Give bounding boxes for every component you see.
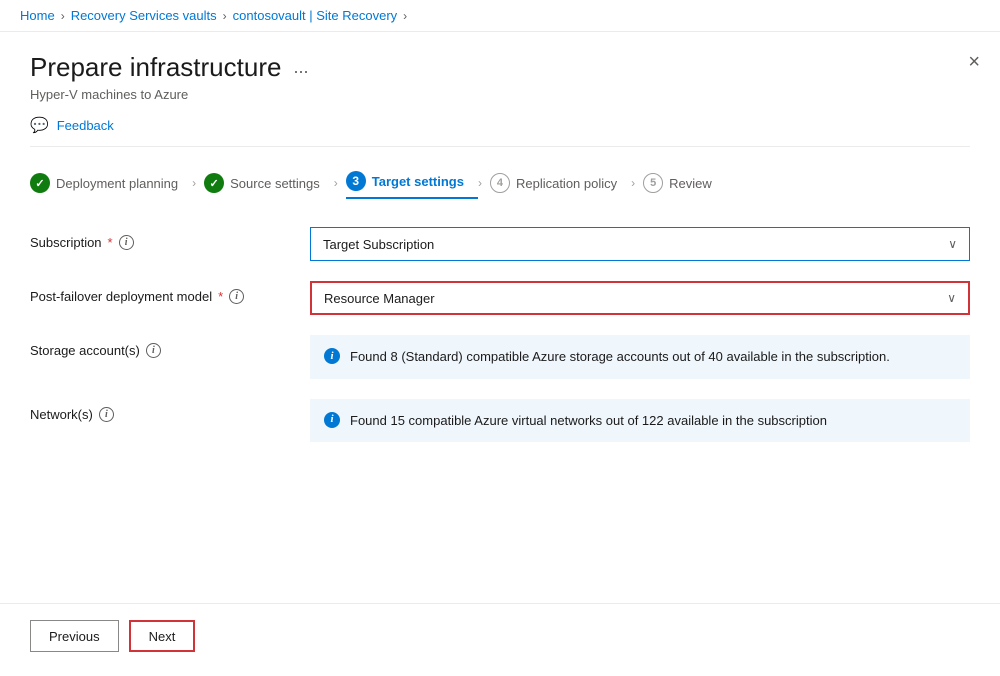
storage-accounts-info-text: Found 8 (Standard) compatible Azure stor…	[350, 347, 890, 367]
close-button[interactable]: ×	[968, 52, 980, 72]
deployment-model-control: Resource Manager ∨	[310, 281, 970, 315]
feedback-icon: 💬	[30, 116, 49, 134]
previous-button[interactable]: Previous	[30, 620, 119, 652]
step-2-icon: ✓	[204, 173, 224, 193]
wizard-steps: ✓ Deployment planning › ✓ Source setting…	[30, 167, 970, 203]
networks-info-icon[interactable]: i	[99, 407, 114, 422]
storage-accounts-row: Storage account(s) i i Found 8 (Standard…	[30, 335, 970, 379]
storage-info-icon: i	[324, 348, 340, 364]
deployment-model-dropdown[interactable]: Resource Manager ∨	[310, 281, 970, 315]
subscription-control: Target Subscription ∨	[310, 227, 970, 261]
feedback-button[interactable]: 💬 Feedback	[30, 116, 970, 147]
step-replication-policy[interactable]: 4 Replication policy	[490, 169, 631, 197]
step-sep-3: ›	[478, 176, 482, 190]
subscription-info-icon[interactable]: i	[119, 235, 134, 250]
storage-accounts-info-icon[interactable]: i	[146, 343, 161, 358]
networks-control: i Found 15 compatible Azure virtual netw…	[310, 399, 970, 443]
step-2-label: Source settings	[230, 176, 320, 191]
checkmark-icon: ✓	[35, 177, 44, 190]
step-1-label: Deployment planning	[56, 176, 178, 191]
networks-label: Network(s) i	[30, 399, 310, 422]
subscription-chevron-icon: ∨	[948, 237, 957, 251]
deployment-model-info-icon[interactable]: i	[229, 289, 244, 304]
page-title: Prepare infrastructure ...	[30, 52, 308, 83]
step-sep-1: ›	[192, 176, 196, 190]
step-sep-4: ›	[631, 176, 635, 190]
next-button[interactable]: Next	[129, 620, 196, 652]
step-5-label: Review	[669, 176, 712, 191]
breadcrumb: Home › Recovery Services vaults › contos…	[0, 0, 1000, 32]
feedback-label: Feedback	[57, 118, 114, 133]
breadcrumb-vaults[interactable]: Recovery Services vaults	[71, 8, 217, 23]
networks-row: Network(s) i i Found 15 compatible Azure…	[30, 399, 970, 443]
breadcrumb-sep-3: ›	[403, 9, 407, 23]
deployment-model-chevron-icon: ∨	[947, 291, 956, 305]
footer: Previous Next	[0, 603, 1000, 668]
subscription-label: Subscription * i	[30, 227, 310, 250]
step-3-label: Target settings	[372, 174, 464, 189]
checkmark-icon-2: ✓	[210, 177, 219, 190]
step-source-settings[interactable]: ✓ Source settings	[204, 169, 334, 197]
step-3-icon: 3	[346, 171, 366, 191]
target-settings-form: Subscription * i Target Subscription ∨ P…	[30, 227, 970, 442]
step-target-settings[interactable]: 3 Target settings	[346, 167, 478, 199]
panel-subtitle: Hyper-V machines to Azure	[30, 87, 970, 102]
networks-info-text: Found 15 compatible Azure virtual networ…	[350, 411, 827, 431]
required-marker: *	[108, 235, 113, 250]
step-deployment-planning[interactable]: ✓ Deployment planning	[30, 169, 192, 197]
step-sep-2: ›	[334, 176, 338, 190]
breadcrumb-sep-2: ›	[223, 9, 227, 23]
networks-info-icon-box: i	[324, 412, 340, 428]
step-4-icon: 4	[490, 173, 510, 193]
ellipsis-menu[interactable]: ...	[293, 57, 308, 78]
storage-accounts-label: Storage account(s) i	[30, 335, 310, 358]
subscription-value: Target Subscription	[323, 237, 434, 252]
storage-accounts-info-box: i Found 8 (Standard) compatible Azure st…	[310, 335, 970, 379]
step-4-label: Replication policy	[516, 176, 617, 191]
breadcrumb-vault[interactable]: contosovault | Site Recovery	[233, 8, 398, 23]
networks-info-box: i Found 15 compatible Azure virtual netw…	[310, 399, 970, 443]
breadcrumb-home[interactable]: Home	[20, 8, 55, 23]
breadcrumb-sep-1: ›	[61, 9, 65, 23]
step-1-icon: ✓	[30, 173, 50, 193]
step-review[interactable]: 5 Review	[643, 169, 726, 197]
step-5-icon: 5	[643, 173, 663, 193]
deployment-model-value: Resource Manager	[324, 291, 435, 306]
main-panel: × Prepare infrastructure ... Hyper-V mac…	[0, 32, 1000, 668]
required-marker-2: *	[218, 289, 223, 304]
storage-accounts-control: i Found 8 (Standard) compatible Azure st…	[310, 335, 970, 379]
deployment-model-row: Post-failover deployment model * i Resou…	[30, 281, 970, 315]
subscription-row: Subscription * i Target Subscription ∨	[30, 227, 970, 261]
subscription-dropdown[interactable]: Target Subscription ∨	[310, 227, 970, 261]
deployment-model-label: Post-failover deployment model * i	[30, 281, 310, 304]
